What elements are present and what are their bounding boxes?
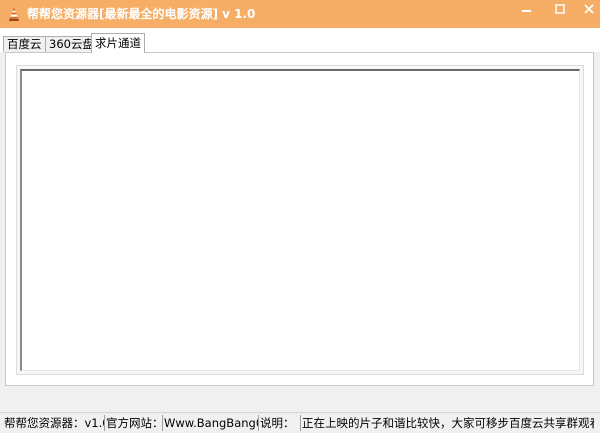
- tab-strip: 百度云 360云盘 求片通道: [0, 28, 600, 53]
- status-bar: 帮帮您资源器：v1.0 官方网站： Www.BangBang0. 说明： 正在上…: [0, 412, 600, 433]
- cone-icon: [6, 6, 22, 22]
- maximize-button[interactable]: [546, 0, 573, 22]
- tab-label: 求片通道: [95, 36, 141, 50]
- status-app-version: 帮帮您资源器：v1.0: [4, 415, 105, 431]
- maximize-icon: [554, 4, 565, 14]
- status-website-link[interactable]: Www.BangBang0.: [162, 415, 259, 431]
- window-title: 帮帮您资源器[最新最全的电影资源] v 1.0: [27, 7, 256, 21]
- content-area[interactable]: [20, 69, 580, 371]
- tab-request-channel[interactable]: 求片通道: [91, 33, 145, 53]
- status-note-label: 说明：: [258, 415, 301, 431]
- tab-label: 360云盘: [49, 37, 94, 51]
- content-frame: [16, 65, 584, 375]
- tab-360-cloud[interactable]: 360云盘: [45, 36, 98, 52]
- title-bar: 帮帮您资源器[最新最全的电影资源] v 1.0: [0, 0, 600, 28]
- tab-baidu-cloud[interactable]: 百度云: [3, 36, 46, 52]
- minimize-button[interactable]: [513, 0, 540, 22]
- status-note-text: 正在上映的片子和谐比较快，大家可移步百度云共享群观看！: [302, 416, 594, 430]
- tab-panel: [5, 52, 594, 386]
- minimize-icon: [521, 10, 531, 12]
- status-website-label: 官方网站：: [106, 415, 163, 431]
- close-icon: [583, 4, 594, 14]
- tab-label: 百度云: [7, 37, 42, 51]
- close-button[interactable]: [575, 0, 600, 22]
